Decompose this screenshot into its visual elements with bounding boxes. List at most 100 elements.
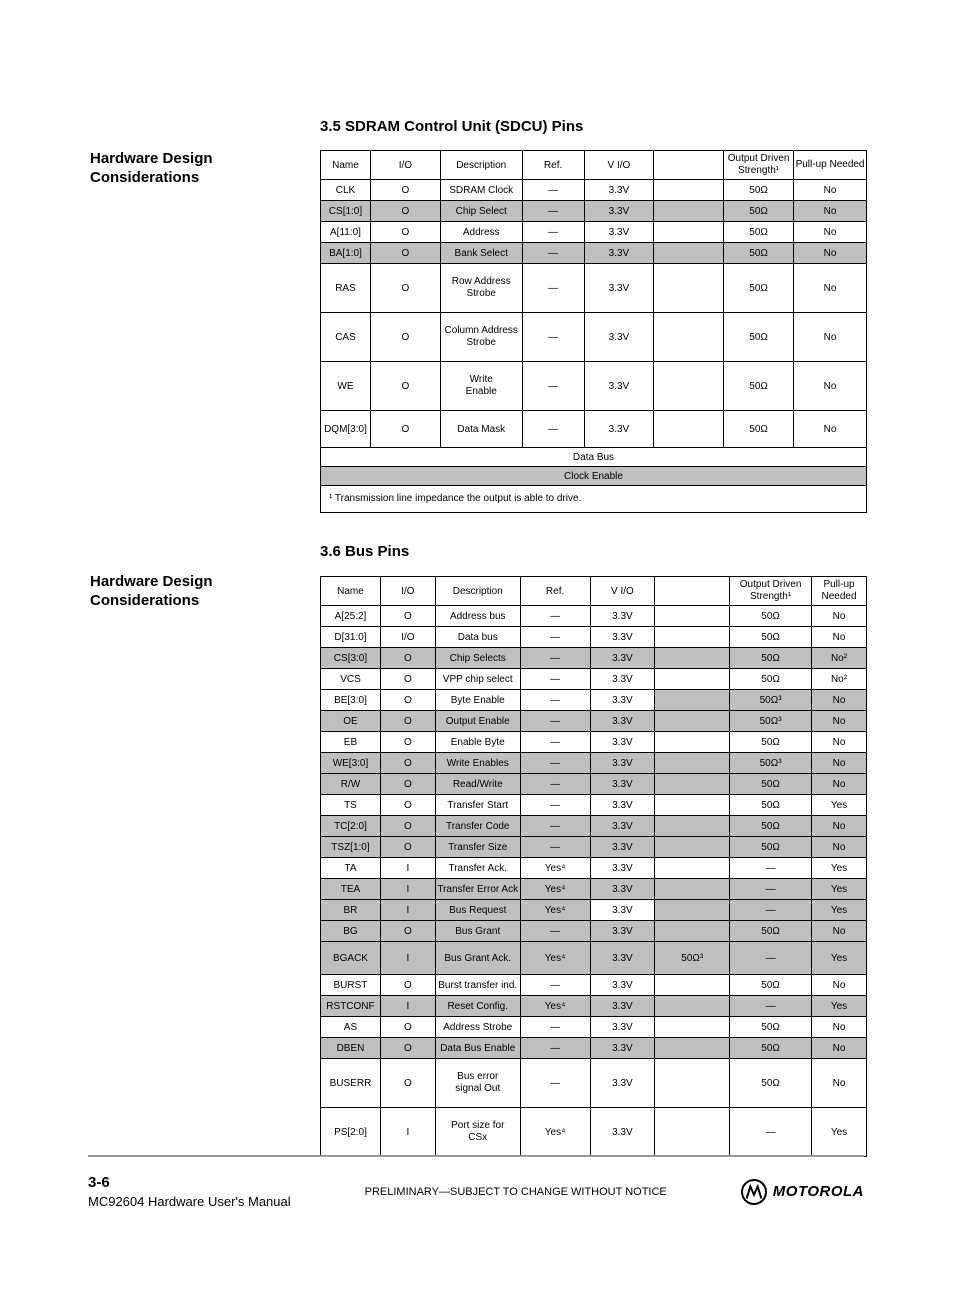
- table-cell: —: [520, 1017, 590, 1038]
- table-cell: No: [812, 837, 867, 858]
- table-cell: Address bus: [435, 606, 520, 627]
- table-cell: 3.3V: [590, 627, 655, 648]
- table-cell: 3.3V: [590, 690, 655, 711]
- table-cell: 50Ω: [730, 606, 812, 627]
- hdr-ref: Ref.: [520, 577, 590, 606]
- table-cell: No: [812, 816, 867, 837]
- table-row: DQM[3:0] O Data Mask — 3.3V 50Ω No: [321, 411, 867, 448]
- table-cell: No: [812, 1017, 867, 1038]
- table-cell: —: [520, 975, 590, 996]
- table-cell: I: [380, 858, 435, 879]
- table-cell: [655, 627, 730, 648]
- hdr-name: Name: [321, 151, 371, 180]
- hdr-vio: V I/O: [590, 577, 655, 606]
- table-cell: Yes: [812, 795, 867, 816]
- table-cell: I: [380, 996, 435, 1017]
- table-cell: —: [520, 795, 590, 816]
- table-cell: O: [380, 921, 435, 942]
- table-cell: —: [520, 669, 590, 690]
- table-cell: Transfer Start: [435, 795, 520, 816]
- table-cell: 50Ω: [730, 648, 812, 669]
- table-cell: No: [812, 732, 867, 753]
- table-row: D[31:0]I/OData bus—3.3V50ΩNo: [321, 627, 867, 648]
- table-cell: Bus errorsignal Out: [435, 1059, 520, 1108]
- table-cell: I: [380, 879, 435, 900]
- table-cell: —: [730, 879, 812, 900]
- table-row: A[25:2]OAddress bus—3.3V50ΩNo: [321, 606, 867, 627]
- hdr-pullup: Pull-up Needed: [812, 577, 867, 606]
- table-cell: O: [380, 975, 435, 996]
- table-cell: [655, 690, 730, 711]
- table-cell: 3.3V: [590, 732, 655, 753]
- sidebar-heading-top: Hardware Design Considerations: [90, 150, 310, 188]
- table-cell: Write Enables: [435, 753, 520, 774]
- table-cell: No: [812, 606, 867, 627]
- table-cell: [655, 669, 730, 690]
- table-cell: DBEN: [321, 1038, 381, 1059]
- table-cell: 50Ω: [730, 732, 812, 753]
- hdr-blank: [654, 151, 724, 180]
- table-row: CS[3:0]OChip Selects—3.3V50ΩNo²: [321, 648, 867, 669]
- table-cell: Transfer Code: [435, 816, 520, 837]
- table-cell: 3.3V: [590, 975, 655, 996]
- table-cell: BR: [321, 900, 381, 921]
- table-row: DBENOData Bus Enable—3.3V50ΩNo: [321, 1038, 867, 1059]
- table-cell: [655, 1038, 730, 1059]
- table-cell: Bus Request: [435, 900, 520, 921]
- table-row: EBOEnable Byte—3.3V50ΩNo: [321, 732, 867, 753]
- table-row: WE[3:0]OWrite Enables—3.3V50Ω³No: [321, 753, 867, 774]
- table-cell: WE[3:0]: [321, 753, 381, 774]
- footer-doc-line: MC92604 Hardware User's Manual: [88, 1193, 291, 1211]
- table-row: PS[2:0]IPort size forCSxYes⁴3.3V—Yes: [321, 1108, 867, 1157]
- table-cell: —: [520, 690, 590, 711]
- table-cell: Yes: [812, 1108, 867, 1157]
- table-cell: BUSERR: [321, 1059, 381, 1108]
- cell-desc: WriteEnable: [440, 362, 522, 411]
- page: Hardware Design Considerations 3.5 SDRAM…: [0, 0, 954, 1313]
- table-cell: —: [520, 606, 590, 627]
- table-cell: O: [380, 753, 435, 774]
- table-cell: 50Ω: [730, 1017, 812, 1038]
- hdr-vio: V I/O: [584, 151, 654, 180]
- table-cell: Transfer Ack.: [435, 858, 520, 879]
- table-row: BE[3:0]OByte Enable—3.3V50Ω³No: [321, 690, 867, 711]
- table-cell: O: [380, 711, 435, 732]
- footer-left: 3-6 MC92604 Hardware User's Manual: [88, 1172, 291, 1211]
- table-cell: 50Ω: [730, 669, 812, 690]
- table-cell: [655, 648, 730, 669]
- table-cell: —: [520, 921, 590, 942]
- sdcu-table: Name I/O Description Ref. V I/O Output D…: [320, 150, 867, 513]
- table-cell: R/W: [321, 774, 381, 795]
- table-cell: 3.3V: [590, 795, 655, 816]
- sidebar-heading-bottom-line2: Considerations: [90, 592, 310, 611]
- table-cell: [655, 858, 730, 879]
- table-row: VCSOVPP chip select—3.3V50ΩNo²: [321, 669, 867, 690]
- section-heading-sdcu: 3.5 SDRAM Control Unit (SDCU) Pins: [320, 118, 583, 135]
- table-header-row: Name I/O Description Ref. V I/O Output D…: [321, 577, 867, 606]
- cell-desc: Row AddressStrobe: [440, 264, 522, 313]
- table-cell: Yes⁴: [520, 1108, 590, 1157]
- table-cell: [655, 879, 730, 900]
- table-cell: [655, 1059, 730, 1108]
- hdr-pullup: Pull-up Needed: [794, 151, 867, 180]
- table-cell: 50Ω: [730, 627, 812, 648]
- table-cell: No: [812, 921, 867, 942]
- table-cell: Transfer Error Ack: [435, 879, 520, 900]
- table-cell: —: [520, 1059, 590, 1108]
- footer-page-ref: 3-6: [88, 1172, 291, 1193]
- table-cell: No²: [812, 648, 867, 669]
- table-cell: [655, 1017, 730, 1038]
- table-row: Data Bus: [321, 448, 867, 467]
- table-cell: O: [380, 1017, 435, 1038]
- table-cell: —: [520, 648, 590, 669]
- sidebar-heading-bottom-line1: Hardware Design: [90, 573, 310, 592]
- table-footnote: ¹ Transmission line impedance the output…: [321, 486, 867, 513]
- table-row: R/WORead/Write—3.3V50ΩNo: [321, 774, 867, 795]
- table-cell: Yes: [812, 996, 867, 1017]
- table-cell: [655, 900, 730, 921]
- table-cell: Yes: [812, 858, 867, 879]
- table-cell: No²: [812, 669, 867, 690]
- table-row: BA[1:0] O Bank Select — 3.3V 50Ω No: [321, 243, 867, 264]
- table-cell: No: [812, 753, 867, 774]
- table-row: A[11:0] O Address — 3.3V 50Ω No: [321, 222, 867, 243]
